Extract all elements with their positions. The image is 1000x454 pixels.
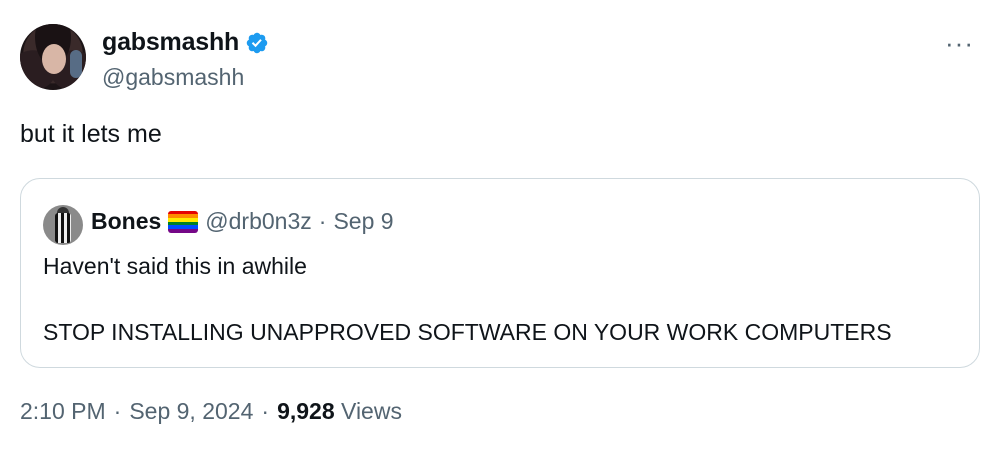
tweet: gabsmashh @gabsmashh ··· but it lets me … — [0, 0, 1000, 454]
tweet-time[interactable]: 2:10 PM — [20, 398, 106, 425]
author-name-row: gabsmashh — [102, 28, 269, 57]
quoted-date: Sep 9 — [333, 208, 394, 234]
views-count: 9,928 — [277, 398, 335, 424]
verified-badge-icon — [246, 32, 268, 53]
author-avatar[interactable] — [20, 24, 86, 90]
meta-separator: · — [261, 398, 270, 424]
tweet-date[interactable]: Sep 9, 2024 — [129, 398, 253, 425]
meta-separator: · — [113, 398, 122, 424]
quoted-author-name: Bones — [91, 208, 162, 234]
more-options-icon[interactable]: ··· — [945, 30, 974, 56]
quoted-tweet[interactable]: Bones @drb0n3z · Sep 9 Haven't said this… — [20, 178, 980, 368]
quoted-author-avatar — [43, 205, 83, 245]
quoted-separator: · — [318, 208, 327, 234]
quoted-author-handle: @drb0n3z — [205, 208, 312, 234]
quoted-text-line-2: STOP INSTALLING UNAPPROVED SOFTWARE ON Y… — [43, 319, 892, 345]
quoted-tweet-header: Bones @drb0n3z · Sep 9 — [91, 208, 394, 235]
tweet-meta: 2:10 PM · Sep 9, 2024 · 9,928 Views — [20, 398, 402, 425]
quoted-text-line-1: Haven't said this in awhile — [43, 253, 307, 279]
views-label: Views — [341, 398, 402, 424]
author-display-name[interactable]: gabsmashh — [102, 28, 239, 57]
rainbow-flag-icon — [168, 210, 199, 233]
tweet-text: but it lets me — [20, 120, 162, 148]
author-handle[interactable]: @gabsmashh — [102, 64, 244, 91]
